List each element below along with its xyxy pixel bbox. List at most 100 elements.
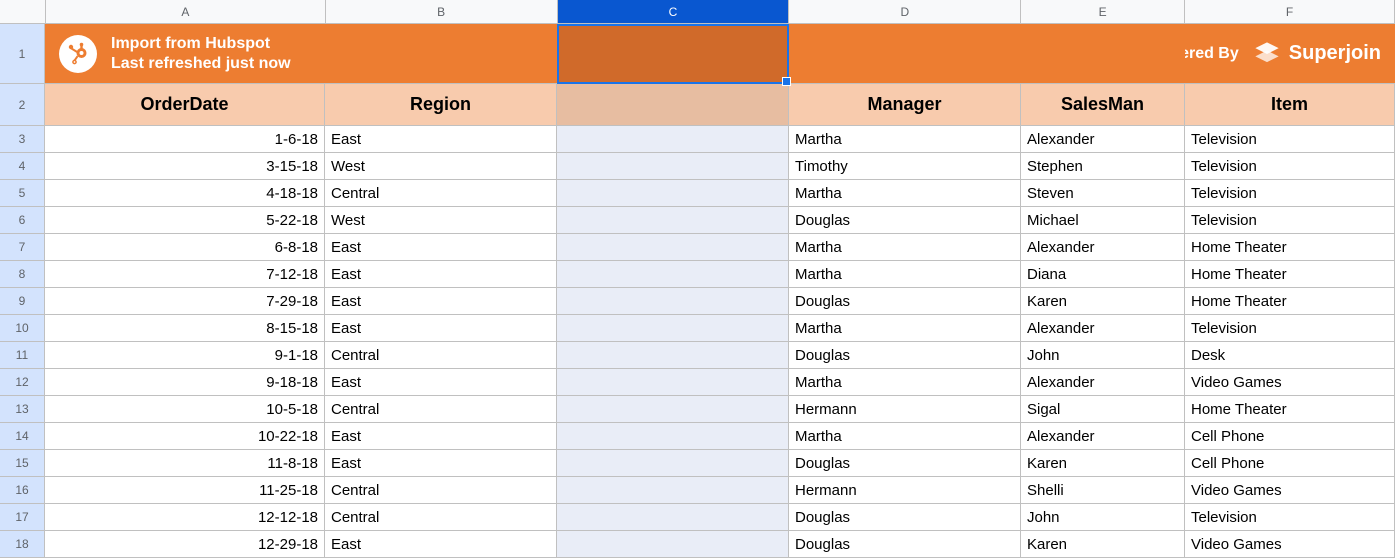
cell[interactable]: Karen <box>1021 450 1185 477</box>
cell[interactable]: Martha <box>789 369 1021 396</box>
row-header-11[interactable]: 11 <box>0 342 45 369</box>
cell[interactable] <box>557 396 789 423</box>
cell[interactable] <box>557 126 789 153</box>
cell[interactable]: Home Theater <box>1185 234 1395 261</box>
cell[interactable]: 12-29-18 <box>45 531 325 558</box>
header-B[interactable]: Region <box>325 84 557 126</box>
cell[interactable] <box>557 342 789 369</box>
cell[interactable]: Desk <box>1185 342 1395 369</box>
cell[interactable]: Cell Phone <box>1185 423 1395 450</box>
cell[interactable] <box>557 315 789 342</box>
row-header-4[interactable]: 4 <box>0 153 45 180</box>
row-header-14[interactable]: 14 <box>0 423 45 450</box>
cell[interactable] <box>557 261 789 288</box>
row-header-15[interactable]: 15 <box>0 450 45 477</box>
cell[interactable]: East <box>325 423 557 450</box>
col-header-B[interactable]: B <box>326 0 558 24</box>
cell[interactable]: Alexander <box>1021 369 1185 396</box>
cell[interactable]: Alexander <box>1021 423 1185 450</box>
cell[interactable]: John <box>1021 504 1185 531</box>
cell[interactable]: Central <box>325 477 557 504</box>
cell[interactable]: East <box>325 315 557 342</box>
cell[interactable]: 9-18-18 <box>45 369 325 396</box>
cell[interactable] <box>557 234 789 261</box>
cell[interactable]: East <box>325 531 557 558</box>
cell[interactable]: 1-6-18 <box>45 126 325 153</box>
cell[interactable]: Martha <box>789 423 1021 450</box>
cell[interactable]: 11-8-18 <box>45 450 325 477</box>
cell[interactable]: Martha <box>789 126 1021 153</box>
select-all-corner[interactable] <box>0 0 46 24</box>
cell[interactable]: John <box>1021 342 1185 369</box>
header-A[interactable]: OrderDate <box>45 84 325 126</box>
cell[interactable]: 11-25-18 <box>45 477 325 504</box>
cell[interactable] <box>557 531 789 558</box>
cell[interactable]: Karen <box>1021 288 1185 315</box>
cell[interactable]: Karen <box>1021 531 1185 558</box>
cell[interactable]: East <box>325 126 557 153</box>
cell[interactable]: Douglas <box>789 342 1021 369</box>
cell[interactable]: 6-8-18 <box>45 234 325 261</box>
cell[interactable]: Central <box>325 180 557 207</box>
row-header-2[interactable]: 2 <box>0 84 45 126</box>
cell[interactable]: Martha <box>789 180 1021 207</box>
cell[interactable]: Martha <box>789 261 1021 288</box>
cell[interactable]: Michael <box>1021 207 1185 234</box>
row-header-18[interactable]: 18 <box>0 531 45 558</box>
cell[interactable]: East <box>325 369 557 396</box>
cell[interactable]: East <box>325 288 557 315</box>
cell[interactable]: Sigal <box>1021 396 1185 423</box>
cell[interactable]: Television <box>1185 153 1395 180</box>
cell[interactable] <box>557 207 789 234</box>
cell[interactable] <box>557 450 789 477</box>
row-header-13[interactable]: 13 <box>0 396 45 423</box>
cell[interactable]: Steven <box>1021 180 1185 207</box>
cell[interactable]: 8-15-18 <box>45 315 325 342</box>
cell[interactable]: Hermann <box>789 396 1021 423</box>
cell[interactable]: Home Theater <box>1185 288 1395 315</box>
row-header-5[interactable]: 5 <box>0 180 45 207</box>
cell[interactable]: West <box>325 207 557 234</box>
cell[interactable]: Alexander <box>1021 126 1185 153</box>
cell[interactable] <box>557 423 789 450</box>
cell[interactable] <box>557 477 789 504</box>
cell[interactable] <box>557 180 789 207</box>
row-header-3[interactable]: 3 <box>0 126 45 153</box>
cell[interactable]: East <box>325 450 557 477</box>
cell[interactable] <box>557 504 789 531</box>
row-header-6[interactable]: 6 <box>0 207 45 234</box>
row-header-1[interactable]: 1 <box>0 24 45 84</box>
cell[interactable]: Home Theater <box>1185 261 1395 288</box>
header-D[interactable]: Manager <box>789 84 1021 126</box>
cell[interactable]: Diana <box>1021 261 1185 288</box>
cell[interactable]: Video Games <box>1185 369 1395 396</box>
col-header-F[interactable]: F <box>1185 0 1395 24</box>
row-header-17[interactable]: 17 <box>0 504 45 531</box>
cell[interactable]: Martha <box>789 315 1021 342</box>
cell[interactable]: Central <box>325 396 557 423</box>
cell[interactable]: Cell Phone <box>1185 450 1395 477</box>
cell[interactable]: 5-22-18 <box>45 207 325 234</box>
cell[interactable]: Television <box>1185 180 1395 207</box>
header-C[interactable] <box>557 84 789 126</box>
row-header-16[interactable]: 16 <box>0 477 45 504</box>
col-header-E[interactable]: E <box>1021 0 1185 24</box>
cell[interactable]: Stephen <box>1021 153 1185 180</box>
cell[interactable]: Martha <box>789 234 1021 261</box>
cell[interactable]: Central <box>325 342 557 369</box>
cell[interactable]: East <box>325 261 557 288</box>
cell[interactable]: 7-29-18 <box>45 288 325 315</box>
col-header-C[interactable]: C <box>558 0 790 24</box>
row-header-12[interactable]: 12 <box>0 369 45 396</box>
row-header-7[interactable]: 7 <box>0 234 45 261</box>
cell[interactable]: Home Theater <box>1185 396 1395 423</box>
cell[interactable]: Douglas <box>789 504 1021 531</box>
grid[interactable]: Import from HubspotLast refreshed just n… <box>45 24 1395 558</box>
cell[interactable]: 4-18-18 <box>45 180 325 207</box>
col-header-A[interactable]: A <box>46 0 326 24</box>
cell[interactable]: Video Games <box>1185 531 1395 558</box>
cell[interactable]: Television <box>1185 126 1395 153</box>
cell[interactable]: 3-15-18 <box>45 153 325 180</box>
cell[interactable]: Television <box>1185 207 1395 234</box>
row-header-9[interactable]: 9 <box>0 288 45 315</box>
